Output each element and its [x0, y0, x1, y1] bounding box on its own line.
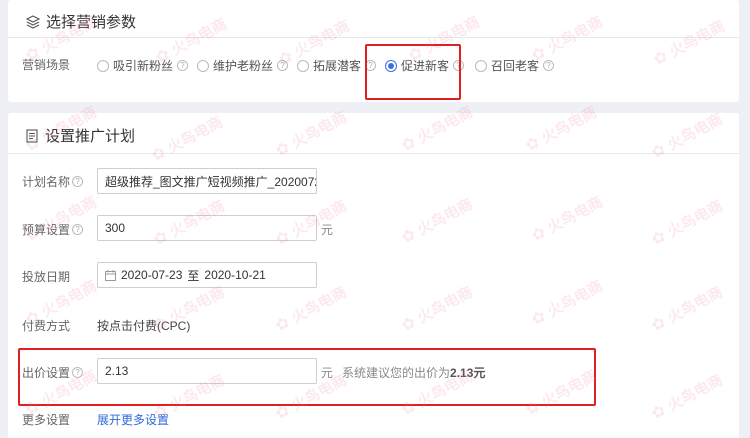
marketing-params-title: 选择营销参数	[46, 14, 137, 31]
pay-method-row: 付费方式 按点击付费(CPC)	[22, 317, 190, 334]
radio-circle-selected[interactable]	[385, 59, 397, 72]
promotion-plan-title: 设置推广计划	[45, 128, 136, 145]
bid-input[interactable]: 2.13	[97, 358, 317, 384]
marketing-params-card: 选择营销参数 营销场景 吸引新粉丝 ? 维护老粉丝 ? 拓展潜客 ? 促进新客 …	[8, 0, 739, 102]
radio-expand-prospects[interactable]: 拓展潜客 ?	[297, 57, 377, 74]
date-end: 2020-10-21	[204, 268, 266, 282]
bid-unit: 元	[321, 366, 334, 380]
calendar-icon	[105, 269, 116, 281]
budget-value: 300	[105, 221, 126, 235]
budget-label-text: 预算设置	[22, 223, 71, 237]
budget-unit: 元	[321, 223, 334, 237]
radio-circle[interactable]	[297, 59, 309, 72]
date-range-picker[interactable]: 2020-07-23 至 2020-10-21	[97, 262, 317, 288]
marketing-scene-label-text: 营销场景	[22, 58, 71, 72]
radio-circle[interactable]	[475, 59, 487, 72]
help-icon[interactable]: ?	[365, 60, 377, 71]
help-icon[interactable]: ?	[277, 60, 289, 71]
more-settings-label: 更多设置	[22, 411, 70, 428]
bid-label: 出价设置 ?	[22, 364, 84, 381]
promotion-plan-header: 设置推广计划	[26, 125, 135, 146]
bid-row: 出价设置 ?	[22, 364, 84, 381]
help-icon[interactable]: ?	[72, 367, 84, 378]
radio-maintain-old-fans[interactable]: 维护老粉丝 ?	[197, 57, 289, 74]
plan-name-label-text: 计划名称	[22, 175, 71, 189]
pay-method-label-text: 付费方式	[22, 319, 71, 333]
radio-label: 促进新客	[401, 59, 450, 73]
radio-promote-new-customers[interactable]: 促进新客 ?	[385, 57, 465, 74]
help-icon[interactable]: ?	[72, 176, 84, 187]
pay-method-label: 付费方式	[22, 317, 70, 334]
help-icon[interactable]: ?	[453, 60, 465, 71]
radio-label: 维护老粉丝	[213, 59, 274, 73]
help-icon[interactable]: ?	[177, 60, 189, 71]
bid-hint: 系统建议您的出价为2.13元	[342, 364, 485, 381]
plan-name-value: 超级推荐_图文推广短视频推广_20200723_17563	[105, 174, 316, 189]
help-icon[interactable]: ?	[72, 224, 84, 235]
date-start: 2020-07-23	[121, 268, 183, 282]
radio-circle[interactable]	[197, 59, 209, 72]
marketing-scene-label: 营销场景	[22, 56, 70, 73]
budget-input[interactable]: 300	[97, 215, 317, 241]
date-row: 投放日期	[22, 268, 70, 285]
date-label-text: 投放日期	[22, 270, 71, 284]
help-icon[interactable]: ?	[543, 60, 555, 71]
plan-name-row: 计划名称 ?	[22, 173, 84, 190]
pay-method-value: 按点击付费(CPC)	[97, 319, 191, 333]
radio-recall-old-customers[interactable]: 召回老客 ?	[475, 57, 555, 74]
header-divider	[8, 37, 739, 38]
plan-name-label: 计划名称 ?	[22, 173, 84, 190]
budget-label: 预算设置 ?	[22, 221, 84, 238]
expand-more-settings-link[interactable]: 展开更多设置	[97, 411, 169, 428]
more-settings-row: 更多设置 展开更多设置	[22, 411, 169, 428]
document-icon	[26, 128, 38, 143]
bid-hint-value: 2.13元	[450, 366, 486, 380]
plan-name-input[interactable]: 超级推荐_图文推广短视频推广_20200723_17563	[97, 168, 317, 194]
radio-label: 拓展潜客	[313, 59, 362, 73]
radio-attract-new-fans[interactable]: 吸引新粉丝 ?	[97, 57, 189, 74]
radio-label: 吸引新粉丝	[113, 59, 174, 73]
radio-circle[interactable]	[97, 59, 109, 72]
budget-row: 预算设置 ?	[22, 221, 84, 238]
header-divider	[8, 153, 739, 154]
layers-icon	[26, 14, 40, 29]
more-settings-label-text: 更多设置	[22, 413, 71, 427]
date-separator: 至	[187, 268, 200, 283]
promotion-plan-card: 设置推广计划 计划名称 ? 超级推荐_图文推广短视频推广_20200723_17…	[8, 113, 739, 438]
bid-label-text: 出价设置	[22, 366, 71, 380]
bid-hint-text: 系统建议您的出价为	[342, 366, 451, 380]
bid-value: 2.13	[105, 364, 129, 378]
date-label: 投放日期	[22, 268, 70, 285]
marketing-scene-row: 营销场景	[22, 56, 70, 73]
marketing-params-header: 选择营销参数	[26, 11, 136, 32]
radio-label: 召回老客	[491, 59, 540, 73]
